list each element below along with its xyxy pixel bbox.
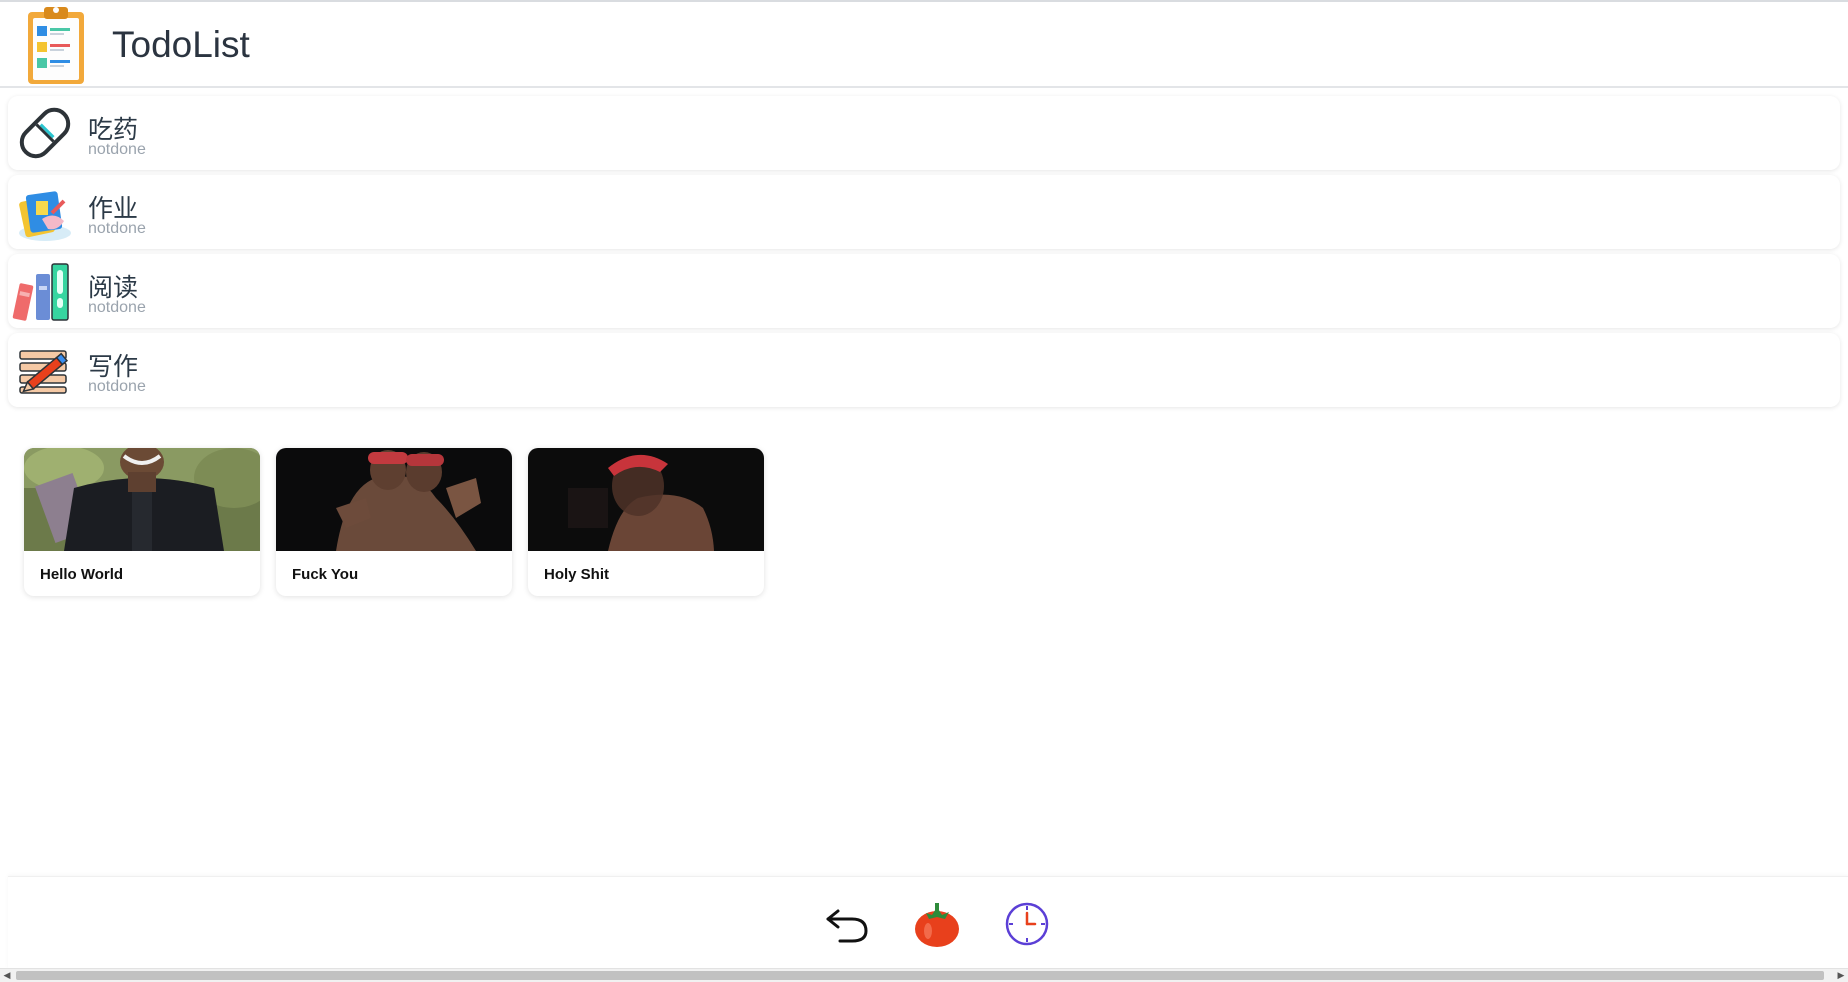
homework-icon — [19, 191, 71, 241]
todo-status: notdone — [88, 299, 146, 316]
scroll-right-icon[interactable]: ▶ — [1834, 969, 1848, 982]
writing-icon — [19, 350, 69, 394]
todo-list: 吃药 notdone 作业 notdone 阅读 notdone 写作 notd… — [8, 96, 1840, 412]
horizontal-scrollbar[interactable]: ◀ ▶ — [0, 968, 1848, 982]
gif-title: Fuck You — [292, 566, 359, 583]
books-icon — [12, 263, 69, 321]
tomato-icon[interactable] — [912, 899, 962, 949]
scrollbar-thumb[interactable] — [16, 971, 1824, 980]
clock-icon[interactable] — [1002, 899, 1052, 949]
gif-thumbnail — [528, 448, 764, 551]
gif-thumbnail — [276, 448, 512, 551]
todo-item-homework[interactable]: 作业 notdone — [8, 175, 1840, 249]
app-header: TodoList — [0, 2, 1848, 88]
app-title: TodoList — [112, 24, 250, 65]
gif-gallery: Hello World Fuck You Holy Shit — [24, 448, 764, 596]
todo-item-reading[interactable]: 阅读 notdone — [8, 254, 1840, 328]
todo-status: notdone — [88, 220, 146, 237]
pill-icon — [19, 107, 71, 159]
gif-title: Holy Shit — [544, 566, 610, 583]
clipboard-icon — [28, 7, 84, 84]
undo-icon[interactable] — [822, 899, 872, 949]
gif-thumbnail — [24, 448, 260, 551]
todo-item-writing[interactable]: 写作 notdone — [8, 333, 1840, 407]
gif-card[interactable]: Fuck You — [276, 448, 512, 596]
gif-card[interactable]: Holy Shit — [528, 448, 764, 596]
gif-card[interactable]: Hello World — [24, 448, 260, 596]
todo-item-medicine[interactable]: 吃药 notdone — [8, 96, 1840, 170]
todo-status: notdone — [88, 141, 146, 158]
bottom-nav — [8, 876, 1848, 969]
gif-title: Hello World — [40, 566, 124, 583]
scroll-left-icon[interactable]: ◀ — [0, 969, 14, 982]
todo-status: notdone — [88, 378, 146, 395]
